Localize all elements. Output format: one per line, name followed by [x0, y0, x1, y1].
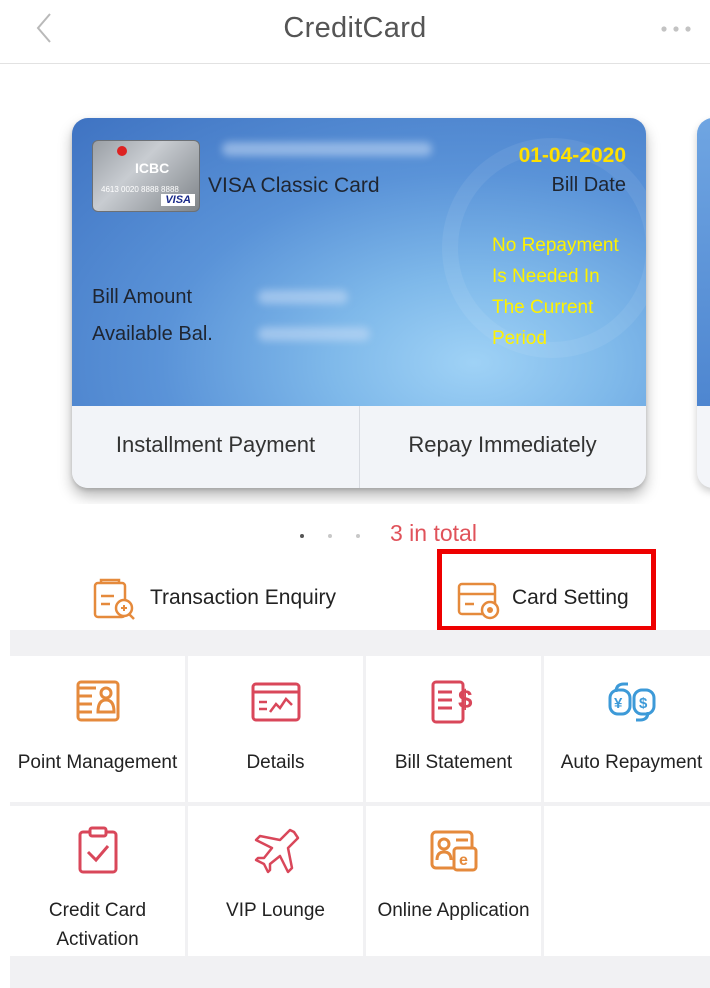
- card-name: VISA Classic Card: [208, 174, 380, 197]
- grid-item-details[interactable]: Details: [188, 656, 363, 802]
- more-dots-icon[interactable]: [656, 14, 696, 44]
- bill-amount-label: Bill Amount: [92, 286, 193, 308]
- grid-item-point-management[interactable]: Point Management: [10, 656, 185, 802]
- grid-item-label: Online Application: [377, 900, 530, 921]
- masked-available-balance: [258, 327, 370, 341]
- grid-item-bill-statement[interactable]: $ Bill Statement: [366, 656, 541, 802]
- airplane-icon: [254, 828, 299, 874]
- installment-payment-button[interactable]: Installment Payment: [72, 406, 359, 488]
- svg-text:e: e: [459, 852, 468, 869]
- auto-repayment-icon: ¥ $: [608, 682, 655, 722]
- svg-text:$: $: [639, 695, 648, 712]
- selection-highlight: [437, 549, 656, 631]
- repayment-notice: No Repayment Is Needed In The Current Pe…: [492, 235, 619, 349]
- bill-date-value: 01-04-2020: [518, 144, 626, 167]
- grid-item-label-line2: Activation: [56, 929, 139, 950]
- grid-item-label: Point Management: [17, 752, 178, 773]
- transaction-enquiry-button[interactable]: Transaction Enquiry: [92, 572, 372, 626]
- pager-dot: [300, 534, 304, 538]
- card-thumbnail: ICBC 4613 0020 8888 8888 VISA: [92, 140, 200, 212]
- chip-bank-label: ICBC: [135, 160, 170, 176]
- points-icon: [76, 680, 119, 722]
- nav-bar: CreditCard: [0, 0, 710, 64]
- grid-item-label: VIP Lounge: [226, 900, 325, 921]
- available-balance-label: Available Bal.: [92, 323, 213, 345]
- masked-bill-amount: [258, 290, 348, 304]
- online-application-icon: e: [430, 830, 477, 872]
- pager-dot: [356, 534, 360, 538]
- grid-item-auto-repayment[interactable]: ¥ $ Auto Repayment: [544, 656, 710, 802]
- svg-text:¥: ¥: [614, 695, 623, 712]
- grid-item-vip-lounge[interactable]: VIP Lounge: [188, 806, 363, 956]
- transaction-enquiry-icon: [93, 578, 135, 620]
- bill-date-label: Bill Date: [551, 174, 626, 196]
- card-activation-icon: [78, 826, 117, 874]
- card-actions: Installment Payment Repay Immediately: [72, 406, 646, 488]
- masked-card-number: [222, 142, 432, 156]
- next-card[interactable]: [697, 118, 710, 488]
- bank-logo-icon: [117, 146, 127, 156]
- grid-item-empty: [544, 806, 710, 956]
- page-title: CreditCard: [283, 12, 427, 44]
- grid-item-label: Bill Statement: [394, 752, 513, 773]
- credit-card[interactable]: ICBC 4613 0020 8888 8888 VISA VISA Class…: [72, 118, 646, 488]
- bill-statement-icon: $: [431, 680, 473, 724]
- visa-logo: VISA: [161, 194, 195, 206]
- details-icon: [251, 682, 300, 722]
- transaction-enquiry-label: Transaction Enquiry: [150, 586, 336, 609]
- card-count: 3 in total: [390, 520, 477, 546]
- grid-item-label-line1: Credit Card: [48, 900, 147, 921]
- card-carousel[interactable]: ICBC 4613 0020 8888 8888 VISA VISA Class…: [0, 64, 710, 504]
- card-face: ICBC 4613 0020 8888 8888 VISA VISA Class…: [72, 118, 646, 406]
- grid-item-label: Auto Repayment: [560, 752, 703, 773]
- repay-immediately-button[interactable]: Repay Immediately: [359, 406, 646, 488]
- svg-text:$: $: [458, 684, 473, 714]
- chip-card-number: 4613 0020 8888 8888: [101, 185, 179, 194]
- grid-item-label: Details: [246, 752, 305, 773]
- grid-item-credit-card-activation[interactable]: Credit Card Activation: [10, 806, 185, 956]
- grid-item-online-application[interactable]: e Online Application: [366, 806, 541, 956]
- pager-dot: [328, 534, 332, 538]
